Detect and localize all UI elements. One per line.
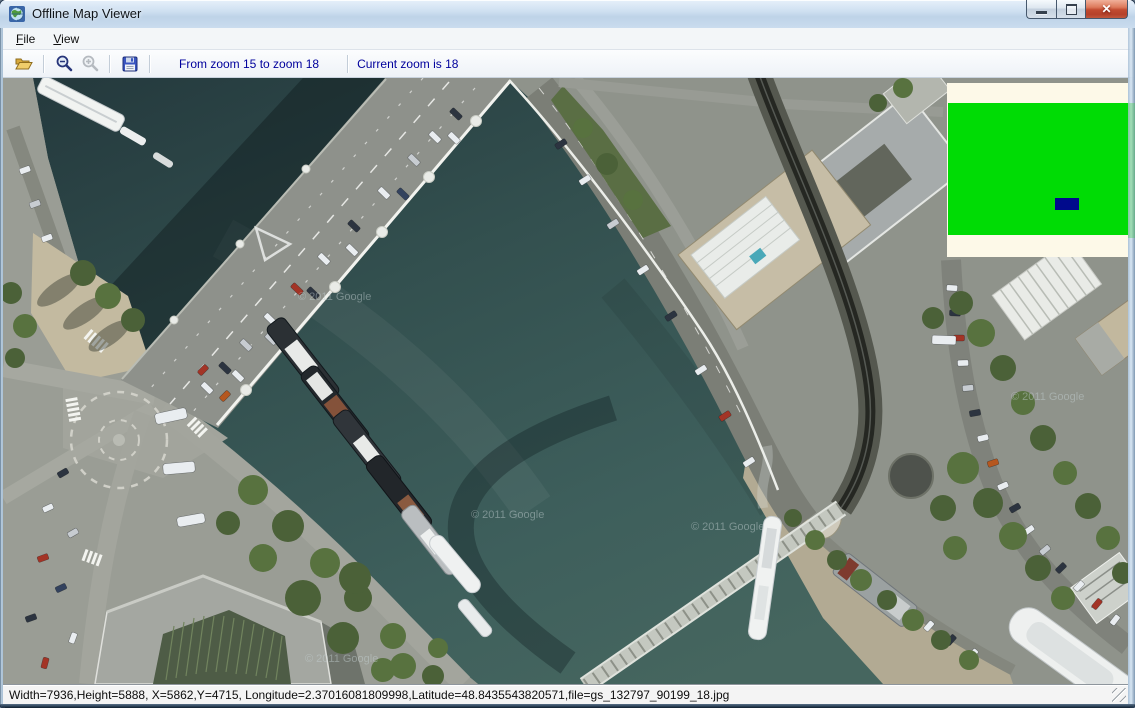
- window-border-bottom: [0, 704, 1135, 708]
- status-bar: Width=7936,Height=5888, X=5862,Y=4715, L…: [3, 684, 1128, 704]
- svg-text:© 2011 Google: © 2011 Google: [471, 509, 544, 521]
- minimize-button[interactable]: [1026, 0, 1056, 19]
- toolbar: From zoom 15 to zoom 18 Current zoom is …: [1, 50, 1134, 78]
- minimize-icon: [1036, 11, 1047, 14]
- menu-bar: File View: [1, 28, 1134, 50]
- overview-minimap[interactable]: [947, 83, 1128, 257]
- window-border-left: [0, 28, 3, 704]
- svg-text:© 2011 Google: © 2011 Google: [298, 291, 371, 303]
- menu-view-rest: iew: [61, 32, 79, 46]
- menu-view-accel: V: [53, 32, 61, 46]
- window-controls: ✕: [1026, 0, 1128, 19]
- svg-text:© 2011 Google: © 2011 Google: [691, 521, 764, 533]
- menu-view[interactable]: View: [44, 30, 88, 48]
- zoom-range-label: From zoom 15 to zoom 18: [179, 57, 319, 71]
- zoom-in-icon: [82, 55, 99, 72]
- title-bar[interactable]: Offline Map Viewer ✕: [0, 0, 1135, 29]
- open-file-button[interactable]: [12, 52, 36, 76]
- toolbar-separator: [109, 55, 111, 73]
- resize-grip[interactable]: [1112, 688, 1126, 702]
- menu-file-rest: ile: [23, 32, 35, 46]
- svg-text:© 2011 Google: © 2011 Google: [305, 653, 378, 665]
- app-window: Offline Map Viewer ✕ File View: [0, 0, 1135, 708]
- minimap-coverage-area: [948, 103, 1128, 235]
- zoom-out-button[interactable]: [52, 52, 76, 76]
- zoom-out-icon: [56, 55, 73, 72]
- map-viewport[interactable]: © 2011 Google © 2011 Google © 2011 Googl…: [3, 78, 1128, 684]
- maximize-button[interactable]: [1056, 0, 1086, 19]
- toolbar-separator: [149, 55, 151, 73]
- window-title: Offline Map Viewer: [32, 6, 141, 21]
- zoom-in-button[interactable]: [78, 52, 102, 76]
- save-button[interactable]: [118, 52, 142, 76]
- app-icon: [9, 6, 25, 22]
- svg-text:© 2011 Google: © 2011 Google: [1011, 391, 1084, 403]
- toolbar-separator: [43, 55, 45, 73]
- minimap-viewport-marker[interactable]: [1055, 198, 1079, 210]
- open-folder-icon: [15, 56, 33, 72]
- maximize-icon: [1066, 4, 1077, 15]
- status-text: Width=7936,Height=5888, X=5862,Y=4715, L…: [9, 688, 729, 702]
- globe-map-icon: [9, 6, 25, 22]
- toolbar-separator: [347, 55, 349, 73]
- menu-file[interactable]: File: [7, 30, 44, 48]
- save-icon: [122, 56, 138, 72]
- border-green-tint: [1128, 103, 1135, 238]
- window-border-right: [1128, 28, 1135, 704]
- current-zoom-label: Current zoom is 18: [357, 57, 458, 71]
- close-icon: ✕: [1101, 1, 1111, 18]
- close-button[interactable]: ✕: [1086, 0, 1128, 19]
